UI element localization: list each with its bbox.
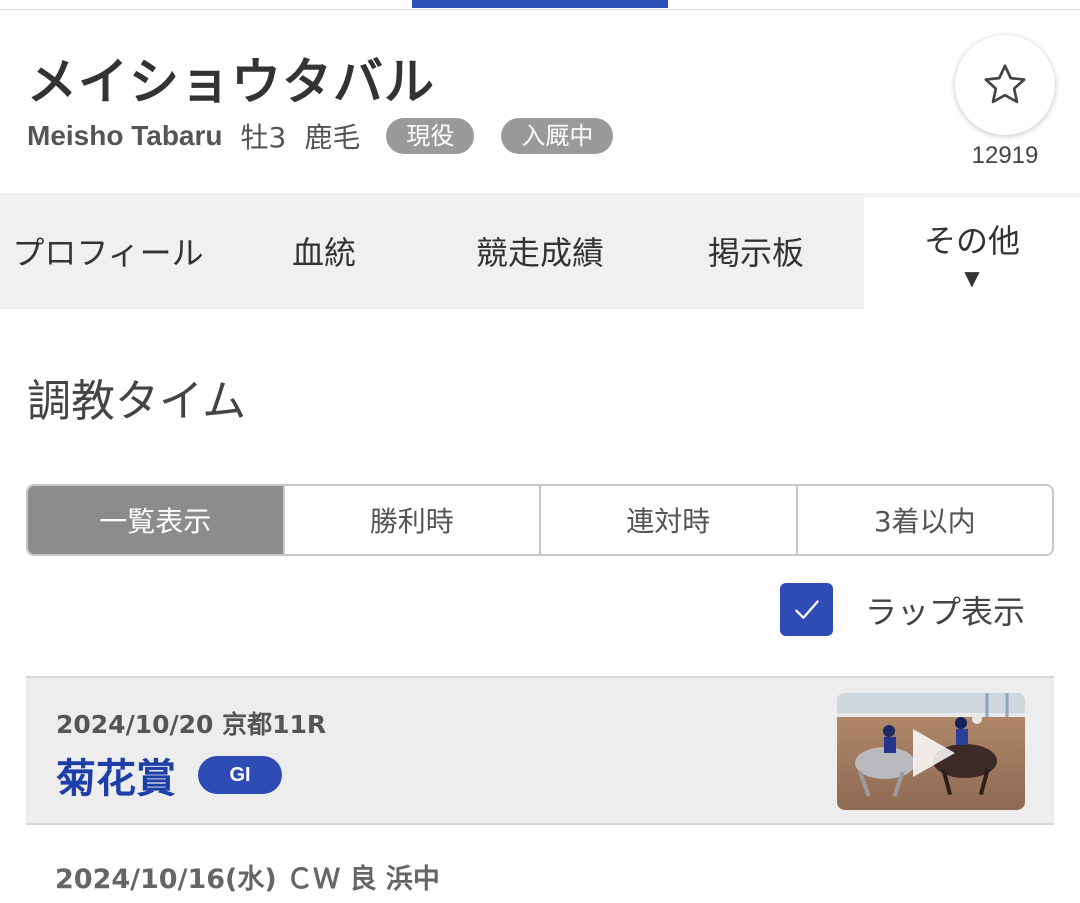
race-card[interactable]: 2024/10/20 京都11R 菊花賞 GI xyxy=(26,676,1054,825)
lap-display-toggle[interactable]: ラップ表示 xyxy=(780,583,1025,636)
check-icon xyxy=(794,599,819,619)
lap-display-checkbox[interactable] xyxy=(780,583,833,636)
training-entry-header: 2024/10/16(水) ＣＷ 良 浜中 xyxy=(55,864,440,895)
filter-segmented-control: 一覧表示 勝利時 連対時 3着以内 xyxy=(26,484,1054,556)
star-outline-icon xyxy=(984,64,1026,104)
favorite-button[interactable] xyxy=(955,35,1055,135)
race-date-course: 2024/10/20 京都11R xyxy=(56,710,327,739)
horse-coat: 鹿毛 xyxy=(304,121,361,154)
filter-top3[interactable]: 3着以内 xyxy=(795,486,1052,554)
race-name-link[interactable]: 菊花賞 xyxy=(56,746,176,804)
filter-all[interactable]: 一覧表示 xyxy=(28,486,283,554)
top-divider xyxy=(0,9,1080,10)
caret-down-icon: ▼ xyxy=(964,266,980,290)
section-title: 調教タイム xyxy=(27,376,247,427)
lap-display-label: ラップ表示 xyxy=(865,592,1026,631)
horse-name-english: Meisho Tabaru xyxy=(27,120,223,151)
active-page-indicator xyxy=(412,0,668,8)
tab-pedigree[interactable]: 血統 xyxy=(216,193,432,309)
filter-top2[interactable]: 連対時 xyxy=(539,486,796,554)
filter-wins[interactable]: 勝利時 xyxy=(282,486,539,554)
status-badge-in-stable: 入厩中 xyxy=(501,118,614,154)
status-badge-active: 現役 xyxy=(386,118,475,154)
tab-profile[interactable]: プロフィール xyxy=(0,193,216,309)
horse-tabs: プロフィール 血統 競走成績 掲示板 その他 ▼ xyxy=(0,193,1080,309)
favorite-count: 12919 xyxy=(971,142,1039,169)
tab-bulletin-board[interactable]: 掲示板 xyxy=(648,193,864,309)
grade-badge: GI xyxy=(198,756,282,794)
horse-meta: Meisho Tabaru 牡3 鹿毛 現役 入厩中 xyxy=(27,114,614,158)
training-video-thumbnail[interactable] xyxy=(837,693,1025,810)
horse-name: メイショウタバル xyxy=(27,53,435,111)
horse-sex-age: 牡3 xyxy=(240,121,287,154)
tab-race-results[interactable]: 競走成績 xyxy=(432,193,648,309)
tab-other-label: その他 xyxy=(923,222,1020,260)
tab-other[interactable]: その他 ▼ xyxy=(864,197,1080,309)
race-photo xyxy=(837,693,1025,810)
